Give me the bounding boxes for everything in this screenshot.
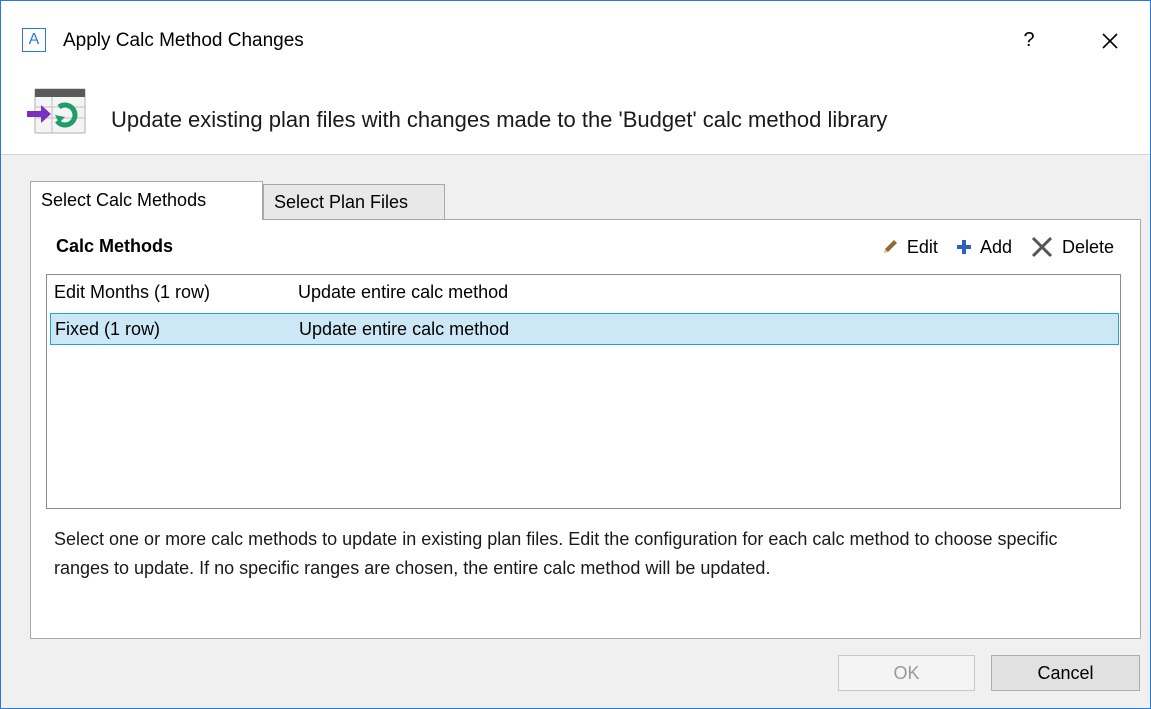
list-item[interactable]: Edit Months (1 row) Update entire calc m… [50,277,1119,309]
tab-select-plan-files[interactable]: Select Plan Files [263,184,445,219]
list-toolbar: Edit Add Delete [863,232,1114,262]
cancel-button[interactable]: Cancel [991,655,1140,691]
tab-select-calc-methods[interactable]: Select Calc Methods [30,181,263,220]
edit-label: Edit [906,236,938,257]
list-item[interactable]: Fixed (1 row) Update entire calc method [50,313,1119,345]
title-bar: A Apply Calc Method Changes ? [1,1,1150,79]
add-label: Add [979,236,1012,257]
calc-method-action: Update entire calc method [298,282,509,302]
calc-method-name: Fixed (1 row) [55,319,161,339]
section-title: Calc Methods [56,236,174,256]
calc-method-name: Edit Months (1 row) [54,282,211,302]
app-icon: A [22,28,46,52]
delete-label: Delete [1061,236,1114,257]
delete-x-icon [1031,236,1053,258]
apply-calc-method-dialog: A Apply Calc Method Changes ? Update exi… [0,0,1151,709]
help-button[interactable]: ? [1017,26,1041,54]
calc-methods-list[interactable]: Edit Months (1 row) Update entire calc m… [46,274,1121,509]
window-title: Apply Calc Method Changes [63,30,304,51]
delete-button[interactable]: Delete [1030,235,1114,259]
apply-changes-icon [25,85,86,134]
edit-button[interactable]: Edit [881,237,938,258]
dialog-header: Update existing plan files with changes … [1,79,1150,155]
calc-method-action: Update entire calc method [299,319,510,339]
close-icon [1102,33,1118,49]
pencil-icon [883,240,897,253]
add-button[interactable]: Add [956,237,1012,258]
help-note: Select one or more calc methods to updat… [54,529,1058,578]
header-description: Update existing plan files with changes … [111,107,888,132]
ok-button[interactable]: OK [838,655,975,691]
plus-icon [956,240,971,254]
tab-panel: Calc Methods Edit Add Delete Edit Months… [30,219,1141,639]
close-button[interactable] [1093,24,1127,58]
